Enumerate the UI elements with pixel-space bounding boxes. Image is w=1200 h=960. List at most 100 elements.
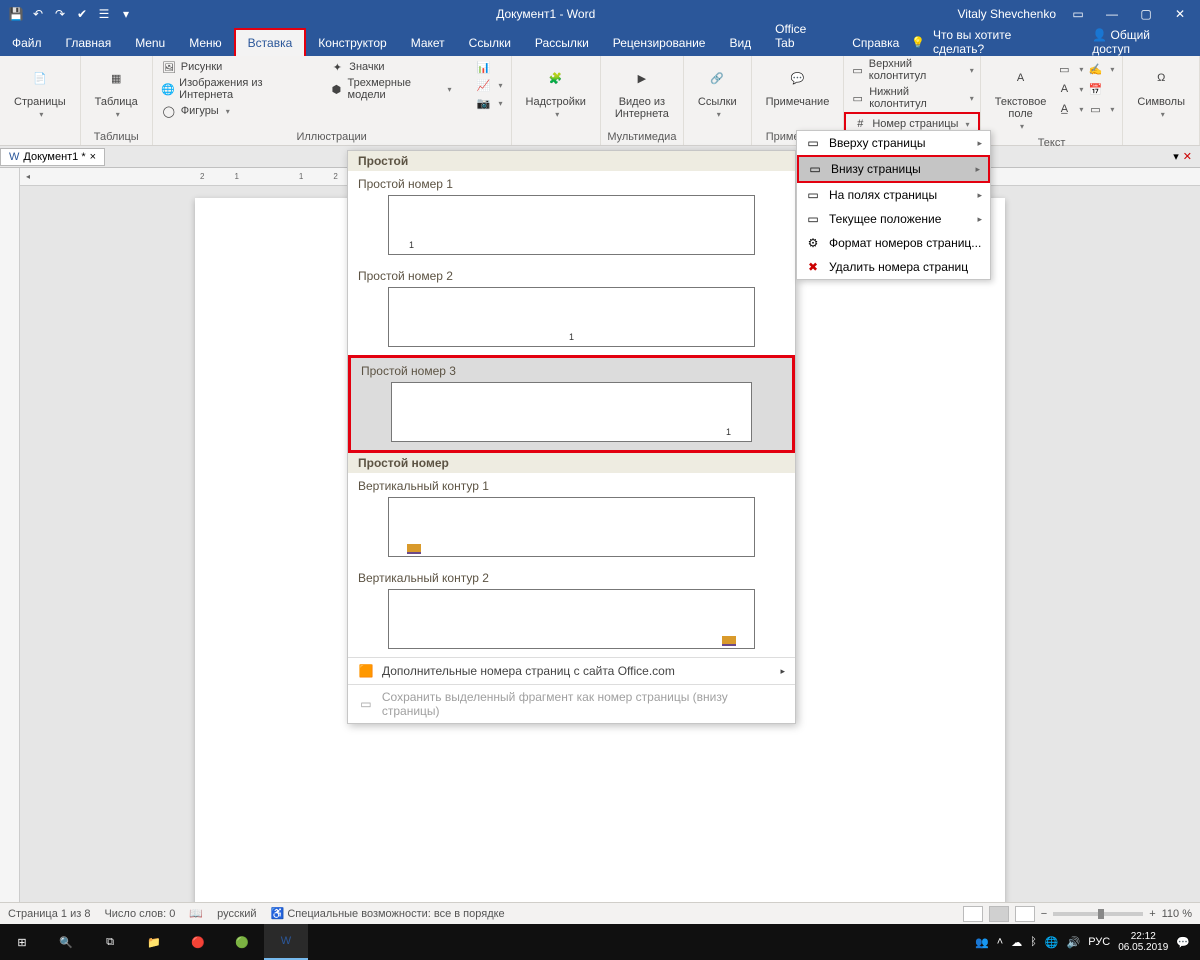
maximize-icon[interactable]: ▢ — [1134, 7, 1158, 21]
qat-dropdown-icon[interactable]: ▾ — [118, 6, 134, 22]
tab-mailings[interactable]: Рассылки — [523, 30, 601, 56]
table-button[interactable]: ▦ Таблица — [87, 58, 146, 123]
word-button[interactable]: W — [264, 924, 308, 960]
tab-insert[interactable]: Вставка — [234, 28, 307, 56]
online-images-button[interactable]: 🌐Изображения из Интернета — [159, 76, 308, 102]
tray-expand-icon[interactable]: ˄ — [997, 936, 1003, 948]
tell-me-icon[interactable] — [911, 35, 925, 49]
share-button[interactable]: 👤 Общий доступ — [1092, 28, 1190, 56]
pictures-button[interactable]: 🖼Рисунки — [159, 58, 308, 76]
menu-top-of-page[interactable]: ▭Вверху страницы▸ — [797, 131, 990, 155]
tab-home[interactable]: Главная — [54, 30, 124, 56]
signature-button[interactable]: ✍ — [1085, 60, 1116, 78]
header-button[interactable]: ▭Верхний колонтитул — [844, 56, 979, 84]
redo-icon[interactable]: ↷ — [52, 6, 68, 22]
zoom-out-button[interactable]: − — [1041, 908, 1047, 920]
pages-button[interactable]: 📄 Страницы — [6, 58, 74, 123]
gallery-item-3[interactable]: Простой номер 3 1 — [348, 355, 795, 453]
pages-icon: 📄 — [24, 62, 56, 94]
gallery-item-2[interactable]: Простой номер 2 1 — [348, 263, 795, 355]
tab-view[interactable]: Вид — [717, 30, 763, 56]
tab-review[interactable]: Рецензирование — [601, 30, 718, 56]
volume-icon[interactable]: 🔊 — [1067, 936, 1081, 949]
object-button[interactable]: ▭ — [1085, 100, 1116, 118]
gallery-more-office[interactable]: 🟧 Дополнительные номера страниц с сайта … — [348, 657, 795, 684]
minimize-icon[interactable]: — — [1100, 7, 1124, 21]
zoom-level[interactable]: 110 % — [1162, 908, 1192, 920]
symbols-button[interactable]: Ω Символы — [1129, 58, 1193, 123]
start-button[interactable]: ⊞ — [0, 924, 44, 960]
explorer-button[interactable]: 📁 — [132, 924, 176, 960]
chrome-button[interactable]: 🟢 — [220, 924, 264, 960]
status-words[interactable]: Число слов: 0 — [104, 908, 175, 920]
new-tab-icon[interactable]: ▾ — [1173, 150, 1179, 163]
menu-format-numbers[interactable]: ⚙Формат номеров страниц... — [797, 231, 990, 255]
tab-file[interactable]: Файл — [0, 30, 54, 56]
tab-menu-ru[interactable]: Меню — [177, 30, 233, 56]
wordart-button[interactable]: A — [1054, 80, 1085, 98]
addins-button[interactable]: 🧩 Надстройки — [518, 58, 594, 123]
document-tab[interactable]: W Документ1 * × — [0, 148, 105, 166]
tab-close-all-icon[interactable]: ✕ — [1183, 150, 1192, 163]
user-name[interactable]: Vitaly Shevchenko — [957, 7, 1056, 21]
zoom-in-button[interactable]: + — [1149, 908, 1155, 920]
online-video-button[interactable]: ▶ Видео из Интернета — [607, 58, 677, 124]
ruler-toggle-icon[interactable]: ◂ — [26, 172, 30, 181]
menu-remove-numbers[interactable]: ✖Удалить номера страниц — [797, 255, 990, 279]
tab-design[interactable]: Конструктор — [306, 30, 398, 56]
onedrive-icon[interactable]: ☁ — [1011, 936, 1022, 949]
video-icon: ▶ — [626, 62, 658, 94]
gallery-item-vert1[interactable]: Вертикальный контур 1 — [348, 473, 795, 565]
view-print-layout[interactable] — [989, 906, 1009, 922]
bluetooth-icon[interactable]: ᛒ — [1030, 936, 1037, 948]
task-view-button[interactable]: ⧉ — [88, 924, 132, 960]
menu-current-position[interactable]: ▭Текущее положение▸ — [797, 207, 990, 231]
ribbon-display-icon[interactable]: ▭ — [1066, 7, 1090, 21]
view-web-layout[interactable] — [1015, 906, 1035, 922]
status-accessibility[interactable]: ♿ Специальные возможности: все в порядке — [271, 907, 505, 920]
status-proofing-icon[interactable]: 📖 — [189, 907, 203, 920]
links-button[interactable]: 🔗 Ссылки — [690, 58, 745, 123]
yandex-button[interactable]: 🔴 — [176, 924, 220, 960]
gallery-item-vert2[interactable]: Вертикальный контур 2 — [348, 565, 795, 657]
status-language[interactable]: русский — [217, 908, 256, 920]
spelling-icon[interactable]: ✔ — [74, 6, 90, 22]
tab-references[interactable]: Ссылки — [457, 30, 523, 56]
touch-mode-icon[interactable]: ☰ — [96, 6, 112, 22]
language-indicator[interactable]: РУС — [1088, 936, 1110, 948]
network-icon[interactable]: 🌐 — [1045, 936, 1059, 949]
close-icon[interactable]: ✕ — [1168, 7, 1192, 21]
action-center-icon[interactable]: 💬 — [1176, 936, 1190, 949]
people-icon[interactable]: 👥 — [975, 936, 989, 949]
tab-help[interactable]: Справка — [840, 30, 911, 56]
undo-icon[interactable]: ↶ — [30, 6, 46, 22]
quick-parts-button[interactable]: ▭ — [1054, 60, 1085, 78]
text-box-button[interactable]: A Текстовое поле — [987, 58, 1055, 135]
tab-menu-en[interactable]: Menu — [123, 30, 177, 56]
tell-me-text[interactable]: Что вы хотите сделать? — [933, 28, 1064, 56]
view-read-mode[interactable] — [963, 906, 983, 922]
date-time-button[interactable]: 📅 — [1085, 80, 1116, 98]
chart-button[interactable]: 📈 — [474, 76, 505, 94]
menu-page-margins[interactable]: ▭На полях страницы▸ — [797, 183, 990, 207]
gallery-item-1[interactable]: Простой номер 1 1 — [348, 171, 795, 263]
icons-button[interactable]: ✦Значки — [327, 58, 453, 76]
clock[interactable]: 22:12 06.05.2019 — [1118, 931, 1168, 953]
close-tab-icon[interactable]: × — [90, 151, 96, 163]
zoom-slider[interactable] — [1053, 912, 1143, 916]
tab-layout[interactable]: Макет — [399, 30, 457, 56]
smartart-button[interactable]: 📊 — [474, 58, 505, 76]
quick-parts-icon: ▭ — [1056, 61, 1072, 77]
search-button[interactable]: 🔍 — [44, 924, 88, 960]
save-icon[interactable]: 💾 — [8, 6, 24, 22]
screenshot-button[interactable]: 📷 — [474, 94, 505, 112]
tab-office-tab[interactable]: Office Tab — [763, 16, 840, 56]
3d-models-button[interactable]: ⬢Трехмерные модели — [327, 76, 453, 102]
shapes-button[interactable]: ◯Фигуры — [159, 102, 308, 120]
footer-button[interactable]: ▭Нижний колонтитул — [844, 84, 979, 112]
comment-button[interactable]: 💬 Примечание — [758, 58, 838, 112]
menu-bottom-of-page[interactable]: ▭Внизу страницы▸ — [799, 157, 988, 181]
drop-cap-button[interactable]: A̲ — [1054, 100, 1085, 118]
status-page[interactable]: Страница 1 из 8 — [8, 908, 90, 920]
gallery-section-simple-number: Простой номер — [348, 453, 795, 473]
